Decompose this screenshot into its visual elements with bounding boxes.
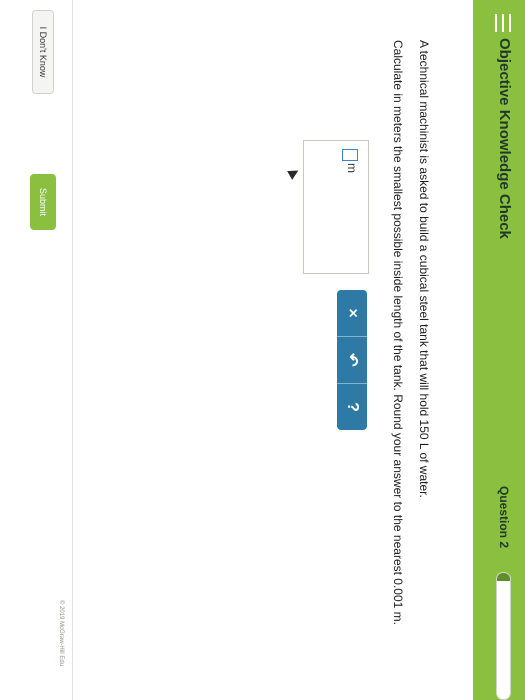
question-panel: A technical machinist is asked to build … [73,0,473,700]
clear-button[interactable]: × [337,290,367,336]
answer-unit: m [345,163,359,173]
menu-icon[interactable] [495,14,511,32]
submit-button[interactable]: Submit [30,174,56,230]
header-bar: Objective Knowledge Check Question 2 [473,0,525,700]
undo-button[interactable]: ↶ [337,336,367,383]
photo-background: Objective Knowledge Check Question 2 A t… [0,0,525,700]
mouse-cursor-icon [287,166,301,180]
question-text-line-1: A technical machinist is asked to build … [417,40,431,498]
progress-bar [496,572,511,700]
app-window: Objective Knowledge Check Question 2 A t… [0,0,525,700]
help-button[interactable]: ? [337,383,367,430]
answer-slot[interactable] [342,149,358,161]
copyright-text: © 2019 McGraw-Hill Edu [58,600,64,667]
progress-fill [497,573,510,581]
page-title: Objective Knowledge Check [496,38,513,239]
dont-know-button[interactable]: I Don't Know [32,10,54,94]
keypad-toolbar: × ↶ ? [337,290,367,430]
question-text-line-2: Calculate in meters the smallest possibl… [391,40,405,625]
question-number: Question 2 [497,486,511,549]
footer-bar: I Don't Know Submit © 2019 McGraw-Hill E… [0,0,73,700]
answer-input[interactable]: m [303,140,369,274]
